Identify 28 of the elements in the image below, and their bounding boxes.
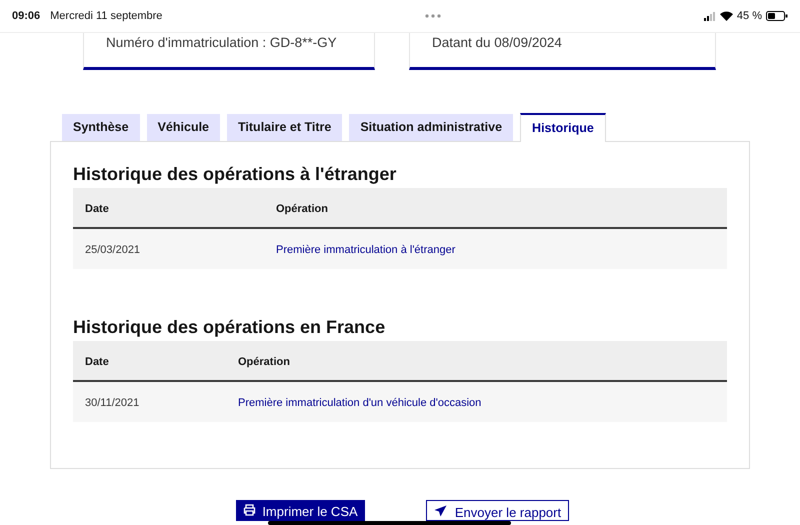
section-heading: Historique des opérations à l'étranger bbox=[73, 163, 396, 186]
send-button[interactable]: Envoyer le rapport bbox=[426, 500, 569, 521]
date-cell: 25/03/2021 bbox=[85, 244, 140, 256]
card-text: Numéro d'immatriculation : GD-8**-GY bbox=[106, 35, 337, 50]
column-header: Date bbox=[85, 202, 109, 214]
printer-icon bbox=[243, 504, 256, 516]
print-button[interactable]: Imprimer le CSA bbox=[236, 500, 365, 521]
more-icon bbox=[425, 14, 442, 18]
signal-icon bbox=[704, 12, 716, 20]
operation-link[interactable]: Première immatriculation à l'étranger bbox=[276, 244, 456, 256]
clock: 09:06 bbox=[12, 8, 40, 24]
operation-link[interactable]: Première immatriculation d'un véhicule d'occasion bbox=[238, 397, 482, 409]
date: Mercredi 11 septembre bbox=[50, 8, 162, 24]
column-header: Opération bbox=[238, 356, 290, 368]
tab[interactable]: Titulaire et Titre bbox=[227, 114, 342, 141]
column-header: Date bbox=[85, 356, 109, 368]
section-heading: Historique des opérations en France bbox=[73, 316, 386, 339]
tab[interactable]: Situation administrative bbox=[349, 114, 514, 141]
card-text: Datant du 08/09/2024 bbox=[432, 35, 562, 50]
battery-percent: 45 % bbox=[736, 8, 762, 24]
column-header: Opération bbox=[276, 202, 328, 214]
send-icon bbox=[434, 505, 447, 517]
battery-icon bbox=[766, 11, 788, 21]
date-cell: 30/11/2021 bbox=[85, 397, 140, 409]
tab[interactable]: Historique bbox=[520, 113, 606, 142]
tab[interactable]: Véhicule bbox=[146, 114, 220, 141]
wifi-icon bbox=[720, 11, 733, 21]
tab[interactable]: Synthèse bbox=[62, 114, 140, 141]
